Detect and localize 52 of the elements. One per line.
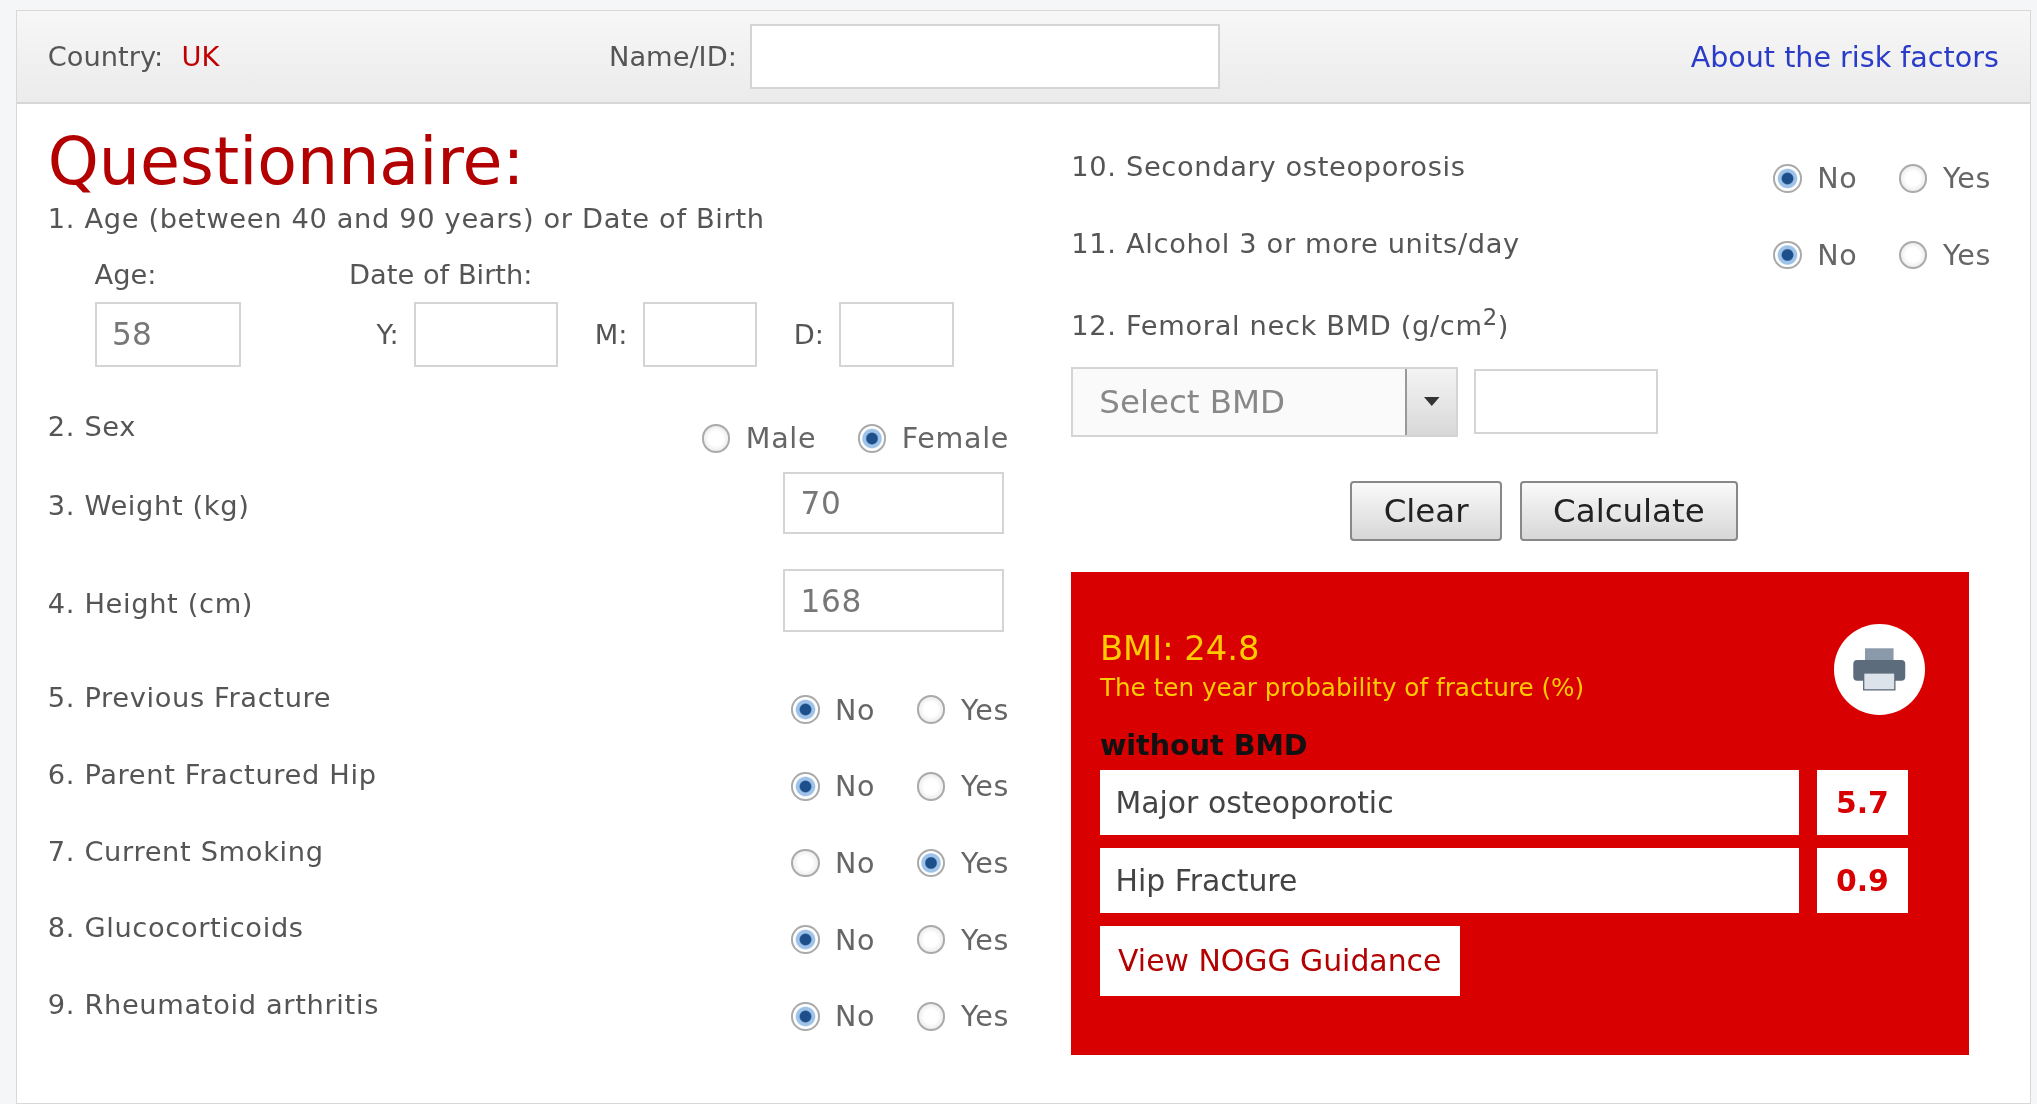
question-label: 1. Age (between 40 and 90 years) or Date of Birth (47, 203, 765, 234)
radio-option[interactable]: No (1773, 238, 1858, 273)
question-label: 11. Alcohol 3 or more units/day (1071, 227, 1520, 259)
date-part-label: D: (793, 318, 824, 350)
section-heading: without BMD (1099, 728, 1308, 763)
question-label: 10. Secondary osteoporosis (1071, 151, 1466, 183)
bmi-value: BMI: 24.8 (1099, 629, 1260, 669)
radio-option[interactable]: Yes (916, 846, 1009, 880)
calculate-button[interactable]: Calculate (1519, 481, 1738, 541)
input-field[interactable]: 168 (783, 569, 1004, 632)
radio-option[interactable]: No (1773, 161, 1858, 196)
about-link[interactable]: About the risk factors (1690, 39, 1999, 74)
radio-option[interactable]: Yes (1898, 161, 1992, 196)
country-label: Country: (47, 41, 164, 73)
date-part-label: M: (594, 318, 628, 350)
guidance-button[interactable]: View NOGG Guidance (1099, 925, 1460, 996)
result-subtitle: The ten year probability of fracture (%) (1099, 673, 1585, 703)
input-field[interactable]: 70 (783, 471, 1004, 535)
question-label: 12. Femoral neck BMD (g/cm$^{2}$) (1071, 304, 1510, 342)
age-field[interactable]: 58 (94, 301, 242, 367)
clear-button[interactable]: Clear (1350, 481, 1502, 541)
question-label: 4. Height (cm) (47, 586, 254, 619)
question-label: 6. Parent Fractured Hip (47, 758, 377, 790)
question-label: 8. Glucocorticoids (47, 912, 304, 944)
radio-option[interactable]: Male (701, 421, 817, 456)
age-label: Age: (94, 258, 158, 290)
date-part-label: Y: (376, 318, 399, 350)
country-value: UK (181, 41, 220, 73)
bmd-select[interactable]: Select BMD (1071, 366, 1459, 437)
radio-option[interactable]: Yes (916, 769, 1009, 804)
question-label: 9. Rheumatoid arthritis (47, 988, 379, 1020)
name-label: Name/ID: (609, 41, 737, 73)
radio-option[interactable]: Yes (916, 692, 1009, 727)
radio-option[interactable]: Yes (916, 922, 1009, 957)
radio-option[interactable]: Yes (1898, 238, 1992, 273)
result-value: 5.7 (1816, 770, 1908, 835)
question-label: 3. Weight (kg) (47, 489, 250, 522)
result-value: 0.9 (1816, 847, 1908, 913)
radio-option[interactable]: Female (857, 421, 1009, 456)
page-title: Questionnaire: (47, 130, 526, 196)
question-label: 7. Current Smoking (47, 835, 324, 867)
radio-option[interactable]: No (790, 999, 876, 1034)
radio-option[interactable]: No (790, 846, 876, 880)
question-label: 2. Sex (47, 410, 137, 442)
dob-label: Date of Birth: (349, 258, 533, 290)
radio-option[interactable]: No (790, 922, 876, 957)
radio-option[interactable]: No (790, 692, 876, 727)
question-label: 5. Previous Fracture (47, 682, 332, 714)
result-label: Hip Fracture (1099, 847, 1799, 913)
radio-option[interactable]: Yes (916, 999, 1009, 1034)
result-label: Major osteoporotic (1099, 770, 1799, 835)
radio-option[interactable]: No (790, 769, 876, 804)
